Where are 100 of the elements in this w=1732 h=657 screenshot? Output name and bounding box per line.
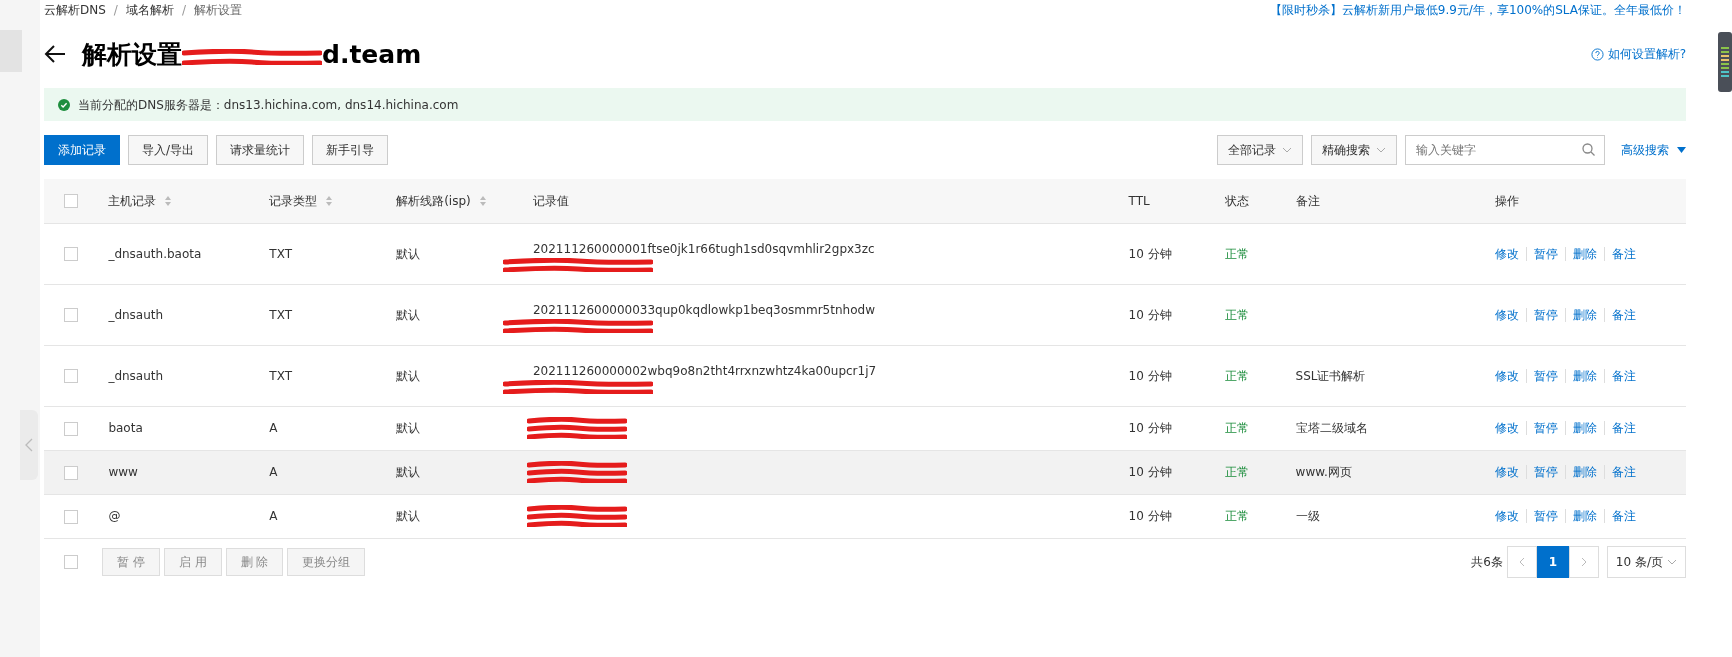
action-link[interactable]: 修改 <box>1494 509 1526 523</box>
success-icon <box>58 98 70 111</box>
ttl-cell: 10 分钟 <box>1128 421 1172 435</box>
checkbox[interactable] <box>64 247 78 261</box>
toolbar-button[interactable]: 新手引导 <box>312 135 389 165</box>
column-header: 主机记录 <box>108 193 157 208</box>
ttl-cell: 10 分钟 <box>1128 368 1172 383</box>
notice-text: 当前分配的DNS服务器是：dns13.hichina.com, dns14.hichina.com <box>78 96 459 114</box>
action-link[interactable]: 备注 <box>1603 421 1643 435</box>
checkbox[interactable] <box>64 554 78 569</box>
action-link[interactable]: 删除 <box>1564 246 1604 261</box>
action-link[interactable]: 修改 <box>1494 246 1526 261</box>
caret-down-icon <box>1677 147 1686 153</box>
table-row[interactable]: _dnsauth TXT 默认 202111260000002wbq9o8n2tht4rrxnzwhtz4ka00upcr1j7 10 分钟 正常 SSL证书解析 修改 暂停 删除 备注 <box>44 345 1686 406</box>
action-link[interactable]: 备注 <box>1603 509 1643 523</box>
action-link[interactable]: 备注 <box>1603 368 1643 383</box>
action-link[interactable]: 修改 <box>1494 368 1526 383</box>
action-link[interactable]: 备注 <box>1603 307 1643 322</box>
host-cell: www <box>108 465 138 479</box>
action-link[interactable]: 删除 <box>1564 465 1604 479</box>
status-text: 正常 <box>1225 368 1250 383</box>
table-row[interactable]: www A 默认 10 分钟 正常 www.网页 修改 暂停 删除 备注 <box>44 450 1686 494</box>
next-page-button[interactable] <box>1568 545 1599 578</box>
page-button[interactable]: 1 <box>1536 545 1569 578</box>
table-row[interactable]: _dnsauth TXT 默认 2021112600000033qup0kqdlowkp1beq3osmmr5tnhodw 10 分钟 正常 修改 暂停 删除 备注 <box>44 284 1686 345</box>
checkbox[interactable] <box>64 465 78 480</box>
search-field[interactable]: 输入关键字 <box>1405 135 1605 165</box>
column-header: 记录值 <box>532 193 569 208</box>
type-cell: A <box>269 509 278 523</box>
action-link[interactable]: 删除 <box>1564 421 1604 435</box>
chevron-left-icon <box>25 438 33 452</box>
remark-cell: www.网页 <box>1295 465 1352 479</box>
table-row[interactable]: @ A 默认 10 分钟 正常 一级 修改 暂停 删除 备注 <box>44 494 1686 538</box>
record-filter-dropdown[interactable]: 全部记录 <box>1217 135 1303 165</box>
remark-cell: 宝塔二级域名 <box>1295 421 1368 435</box>
line-cell: 默认 <box>396 509 421 523</box>
checkbox[interactable] <box>64 509 78 524</box>
action-link[interactable]: 暂停 <box>1525 307 1565 322</box>
action-link[interactable]: 删除 <box>1564 509 1604 523</box>
checkbox[interactable] <box>64 421 78 436</box>
page-title: 解析设置 <box>82 41 182 67</box>
value-cell-text: 2021112600000033qup0kqdlowkp1beq3osmmr5tnhodw <box>532 301 876 319</box>
chevron-right-icon <box>1580 556 1587 567</box>
meter-widget <box>1718 32 1732 92</box>
table-row[interactable]: baota A 默认 10 分钟 正常 宝塔二级域名 修改 暂停 删除 备注 <box>44 406 1686 450</box>
action-link[interactable]: 暂停 <box>1525 509 1565 523</box>
chevron-left-icon <box>1518 556 1525 567</box>
checkbox[interactable] <box>64 308 78 322</box>
sort-icon[interactable] <box>478 195 487 208</box>
collapse-tab[interactable] <box>20 410 38 480</box>
action-link[interactable]: 修改 <box>1494 421 1526 435</box>
value-cell-text: 202111260000002wbq9o8n2tht4rrxnzwhtz4ka00upcr1j7 <box>532 362 878 380</box>
status-text: 正常 <box>1225 509 1250 523</box>
back-arrow-icon[interactable] <box>44 44 66 64</box>
promo-link[interactable]: 【限时秒杀】云解析新用户最低9.9元/年，享100%的SLA保证。全年最低价！ <box>1269 1 1686 19</box>
host-cell: _dnsauth <box>108 307 164 322</box>
action-link[interactable]: 修改 <box>1494 465 1526 479</box>
value-cell-text: 202111260000001ftse0jk1r66tugh1sd0sqvmhlir2gpx3zc <box>532 240 876 258</box>
toolbar-button[interactable]: 请求量统计 <box>216 135 305 165</box>
action-link[interactable]: 暂停 <box>1525 465 1565 479</box>
advanced-search-link[interactable]: 高级搜索 <box>1621 141 1686 159</box>
checkbox[interactable] <box>64 194 78 209</box>
checkbox[interactable] <box>64 369 78 383</box>
ttl-cell: 10 分钟 <box>1128 307 1172 322</box>
remark-cell: 一级 <box>1295 509 1320 523</box>
search-mode-dropdown[interactable]: 精确搜索 <box>1311 135 1397 165</box>
breadcrumb-link[interactable]: 云解析DNS <box>44 3 106 17</box>
toolbar-button[interactable]: 导入/导出 <box>128 135 209 165</box>
chevron-down-icon <box>1376 147 1386 153</box>
breadcrumb-link[interactable]: 解析设置 <box>193 3 242 17</box>
help-icon <box>1590 47 1604 61</box>
breadcrumb-link[interactable]: 域名解析 <box>125 3 174 17</box>
sort-icon[interactable] <box>164 195 173 208</box>
column-header: TTL <box>1128 193 1150 208</box>
sort-icon[interactable] <box>325 195 334 208</box>
status-text: 正常 <box>1225 246 1250 261</box>
table-row[interactable]: _dnsauth.baota TXT 默认 202111260000001ftse0jk1r66tugh1sd0sqvmhlir2gpx3zc 10 分钟 正常 修改 暂停 删除 备注 <box>44 223 1686 284</box>
total-count: 共6条 <box>1471 553 1503 571</box>
help-link[interactable]: 如何设置解析? <box>1590 45 1686 63</box>
status-text: 正常 <box>1225 421 1250 435</box>
host-cell: _dnsauth.baota <box>108 246 202 261</box>
toolbar-button[interactable]: 添加记录 <box>44 135 120 165</box>
action-link[interactable]: 暂停 <box>1525 246 1565 261</box>
chevron-down-icon <box>1282 147 1292 153</box>
action-link[interactable]: 暂停 <box>1525 368 1565 383</box>
prev-page-button[interactable] <box>1506 545 1537 578</box>
action-link[interactable]: 删除 <box>1564 307 1604 322</box>
action-link[interactable]: 修改 <box>1494 307 1526 322</box>
action-link[interactable]: 备注 <box>1603 465 1643 479</box>
page-title-suffix: d.team <box>322 41 422 67</box>
page-size-dropdown[interactable]: 10 条/页 <box>1606 545 1686 578</box>
action-link[interactable]: 删除 <box>1564 368 1604 383</box>
action-link[interactable]: 暂停 <box>1525 421 1565 435</box>
action-link[interactable]: 备注 <box>1603 246 1643 261</box>
host-cell: @ <box>108 509 121 523</box>
search-icon[interactable] <box>1582 143 1595 156</box>
line-cell: 默认 <box>396 421 421 435</box>
ttl-cell: 10 分钟 <box>1128 246 1172 261</box>
column-header: 解析线路(isp) <box>396 193 471 208</box>
column-header: 记录类型 <box>269 193 318 208</box>
